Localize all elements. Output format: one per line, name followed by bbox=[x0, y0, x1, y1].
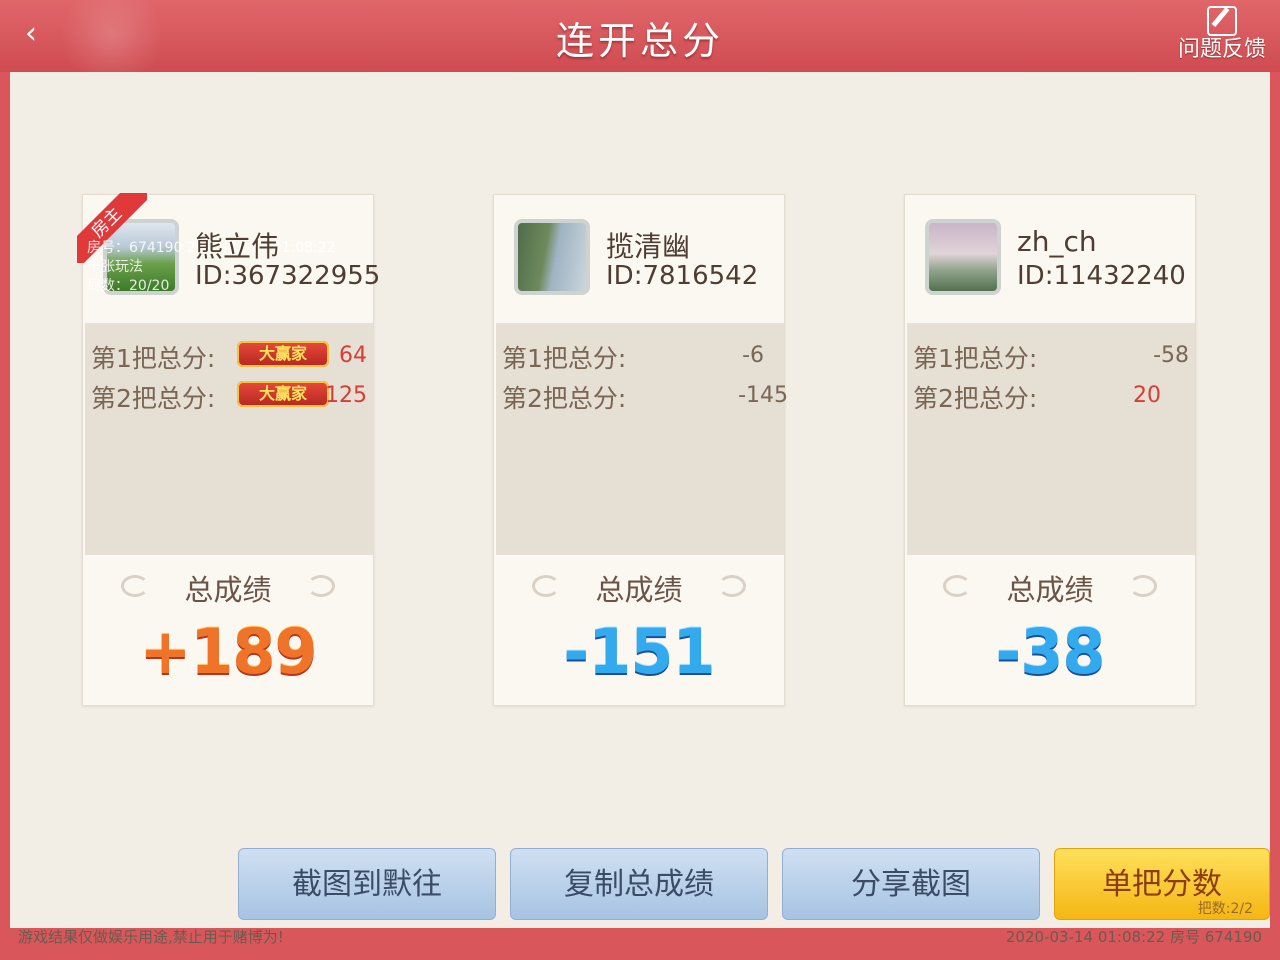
round-row: 第1把总分: -6 bbox=[502, 339, 784, 375]
round-label: 第1把总分: bbox=[91, 344, 216, 373]
share-screenshot-button[interactable]: 分享截图 bbox=[782, 848, 1040, 920]
player-card-2: 揽清幽 ID:7816542 第1把总分: -6 第2把总分: -145 总成绩… bbox=[493, 194, 788, 706]
round-value: -145 bbox=[738, 383, 788, 408]
feedback-label: 问题反馈 bbox=[1177, 37, 1266, 62]
round-row: 第1把总分: -58 bbox=[913, 339, 1195, 375]
round-label: 第2把总分: bbox=[913, 384, 1038, 413]
round-row: 第2把总分: -145 bbox=[502, 379, 788, 415]
player-name: 熊立伟 bbox=[195, 230, 280, 263]
round-scores: 第1把总分: -6 第2把总分: -145 bbox=[496, 323, 788, 555]
edit-icon bbox=[1207, 6, 1237, 36]
round-label: 第2把总分: bbox=[91, 384, 216, 413]
header-bar: ‹ 连开总分 问题反馈 bbox=[0, 0, 1280, 80]
avatar bbox=[925, 219, 1001, 295]
single-round-score-button[interactable]: 单把分数 把数:2/2 bbox=[1054, 848, 1270, 920]
player-name: 揽清幽 bbox=[606, 230, 691, 263]
player-name: zh_ch bbox=[1017, 225, 1097, 258]
total-score: -38 bbox=[995, 615, 1105, 688]
player-id: ID:7816542 bbox=[606, 261, 759, 291]
player-card-3: zh_ch ID:11432240 第1把总分: -58 第2把总分: 20 总… bbox=[904, 194, 1196, 706]
results-panel: 房主 房号：674190 2020-03-14 01:08:22 十张玩法 局数… bbox=[10, 72, 1270, 946]
total-score: +189 bbox=[139, 615, 317, 688]
round-label: 第1把总分: bbox=[913, 344, 1038, 373]
total-score: -151 bbox=[563, 615, 715, 688]
player-id: ID:367322955 bbox=[195, 261, 381, 291]
round-value: -6 bbox=[742, 343, 764, 368]
big-winner-badge: 大赢家 bbox=[237, 341, 329, 367]
host-badge: 房主 bbox=[77, 193, 147, 263]
screenshot-to-contact-button[interactable]: 截图到默往 bbox=[238, 848, 496, 920]
round-value: 125 bbox=[325, 383, 367, 408]
round-value: 64 bbox=[339, 343, 367, 368]
round-value: -58 bbox=[1153, 343, 1189, 368]
swirl-right-icon bbox=[1129, 575, 1157, 597]
page-title: 连开总分 bbox=[555, 19, 724, 63]
round-scores: 第1把总分: 大赢家 64 第2把总分: 大赢家 125 bbox=[85, 323, 373, 555]
swirl-right-icon bbox=[718, 575, 746, 597]
round-label: 第2把总分: bbox=[502, 384, 627, 413]
feedback-button[interactable]: 问题反馈 bbox=[1172, 6, 1272, 68]
round-count: 把数:2/2 bbox=[1197, 901, 1253, 917]
round-label: 第1把总分: bbox=[502, 344, 627, 373]
round-row: 第2把总分: 20 bbox=[913, 379, 1195, 415]
swirl-right-icon bbox=[307, 575, 335, 597]
player-card-1: 房主 房号：674190 2020-03-14 01:08:22 十张玩法 局数… bbox=[77, 193, 380, 706]
round-value: 20 bbox=[1133, 383, 1161, 408]
round-row: 第2把总分: 大赢家 125 bbox=[91, 379, 373, 415]
round-row: 第1把总分: 大赢家 64 bbox=[91, 339, 373, 375]
player-id: ID:11432240 bbox=[1017, 261, 1186, 291]
host-badge-label: 房主 bbox=[77, 193, 147, 263]
disclaimer-text: 游戏结果仅做娱乐用途,禁止用于赌博为! bbox=[18, 928, 284, 946]
single-round-score-label: 单把分数 bbox=[1102, 867, 1222, 902]
copy-total-button[interactable]: 复制总成绩 bbox=[510, 848, 768, 920]
round-scores: 第1把总分: -58 第2把总分: 20 bbox=[907, 323, 1195, 555]
avatar bbox=[514, 219, 590, 295]
big-winner-badge: 大赢家 bbox=[237, 381, 329, 407]
room-info-text: 2020-03-14 01:08:22 房号 674190 bbox=[1005, 928, 1262, 946]
